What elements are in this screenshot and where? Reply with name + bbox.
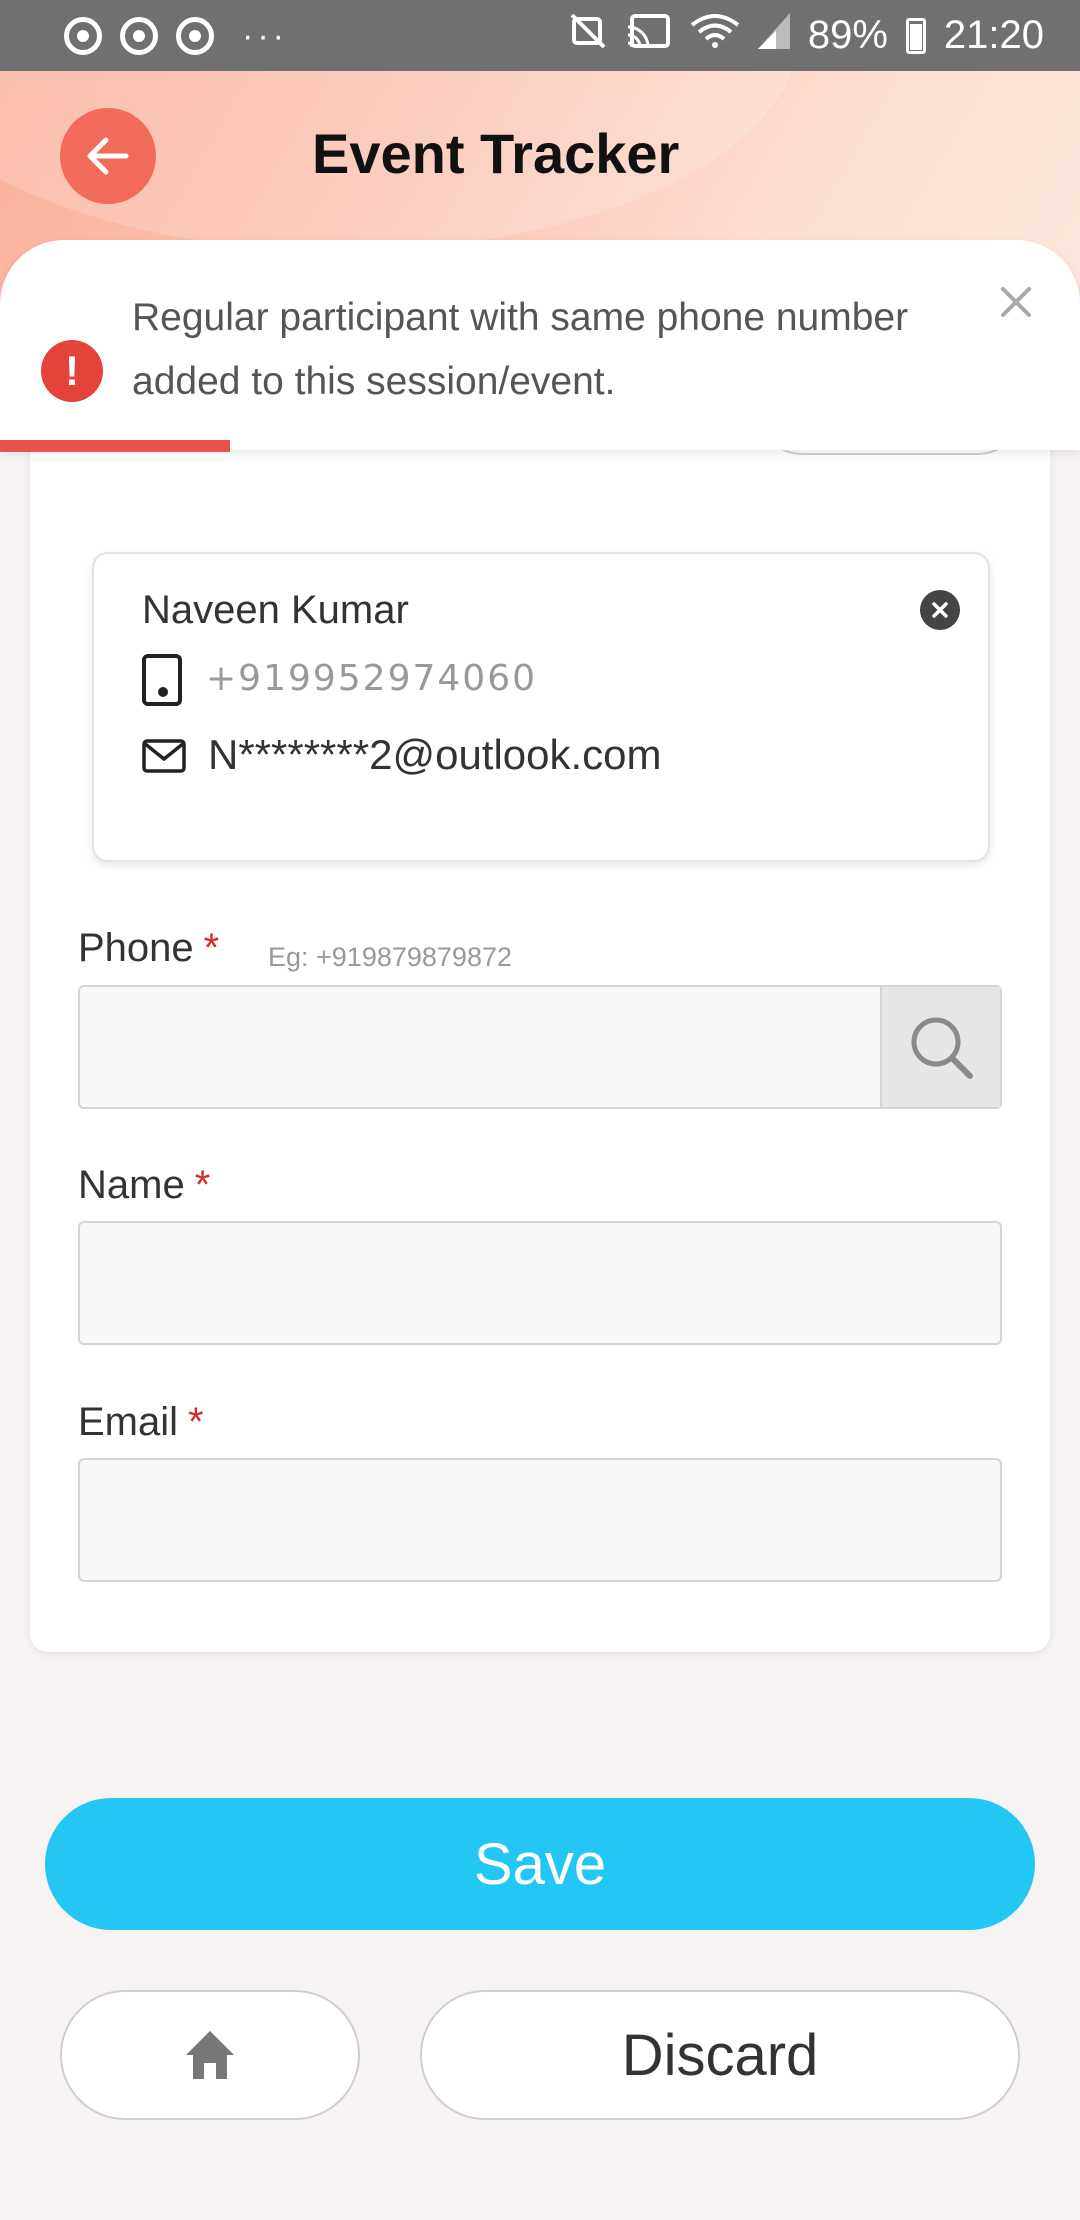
wifi-icon — [690, 13, 740, 58]
more-dots-icon: ··· — [242, 16, 288, 55]
phone-input[interactable] — [78, 985, 1002, 1109]
clock: 21:20 — [943, 13, 1044, 57]
name-label-text: Name — [78, 1163, 185, 1207]
home-button[interactable] — [60, 1990, 360, 2120]
close-icon — [1001, 287, 1031, 317]
toast-progress-bar — [0, 440, 230, 452]
mail-icon — [142, 739, 186, 773]
required-mark: * — [194, 1163, 211, 1207]
participant-name: Naveen Kumar — [142, 588, 409, 632]
battery-percent: 89% — [807, 13, 888, 57]
mobile-phone-icon — [142, 654, 182, 706]
email-label: Email * — [78, 1400, 204, 1445]
name-label: Name * — [78, 1163, 210, 1208]
participant-email: N********2@outlook.com — [208, 731, 662, 778]
chrome-icon — [64, 16, 102, 55]
discard-button[interactable]: Discard — [420, 1990, 1020, 2120]
phone-label: Phone * — [78, 926, 219, 971]
phone-hint: Eg: +919879879872 — [268, 942, 512, 972]
home-icon — [186, 2031, 234, 2079]
email-input[interactable] — [78, 1458, 1002, 1582]
signal-icon — [757, 13, 790, 58]
participant-form-card: Naveen Kumar +919952974060 N********2@ou… — [30, 360, 1050, 1652]
required-mark: * — [188, 1400, 204, 1444]
participant-phone: +919952974060 — [206, 658, 538, 699]
search-icon — [911, 1017, 973, 1079]
error-icon: ! — [41, 340, 103, 402]
name-input[interactable] — [78, 1221, 1002, 1345]
chrome-icon — [120, 16, 158, 55]
cast-icon — [626, 13, 672, 58]
email-label-text: Email — [78, 1400, 179, 1444]
status-bar-left: ··· — [64, 16, 288, 55]
battery-icon — [905, 17, 926, 54]
phone-search-button[interactable] — [880, 987, 1000, 1107]
save-button[interactable]: Save — [45, 1798, 1035, 1930]
page-title: Event Tracker — [312, 122, 680, 185]
arrow-left-icon — [87, 137, 129, 175]
remove-participant-button[interactable] — [920, 590, 960, 630]
back-button[interactable] — [60, 108, 156, 204]
status-bar-right: 89% 21:20 — [568, 13, 1044, 58]
chrome-icon — [176, 16, 214, 55]
mute-icon — [568, 13, 608, 58]
participant-card: Naveen Kumar +919952974060 N********2@ou… — [92, 552, 990, 862]
required-mark: * — [203, 926, 220, 970]
toast-close-button[interactable] — [986, 272, 1046, 332]
status-bar: ··· 89% 21:20 — [0, 0, 1080, 71]
error-toast: ! Regular participant with same phone nu… — [0, 240, 1080, 452]
phone-label-text: Phone — [78, 926, 194, 970]
close-icon — [932, 602, 948, 618]
toast-message: Regular participant with same phone numb… — [132, 296, 909, 403]
